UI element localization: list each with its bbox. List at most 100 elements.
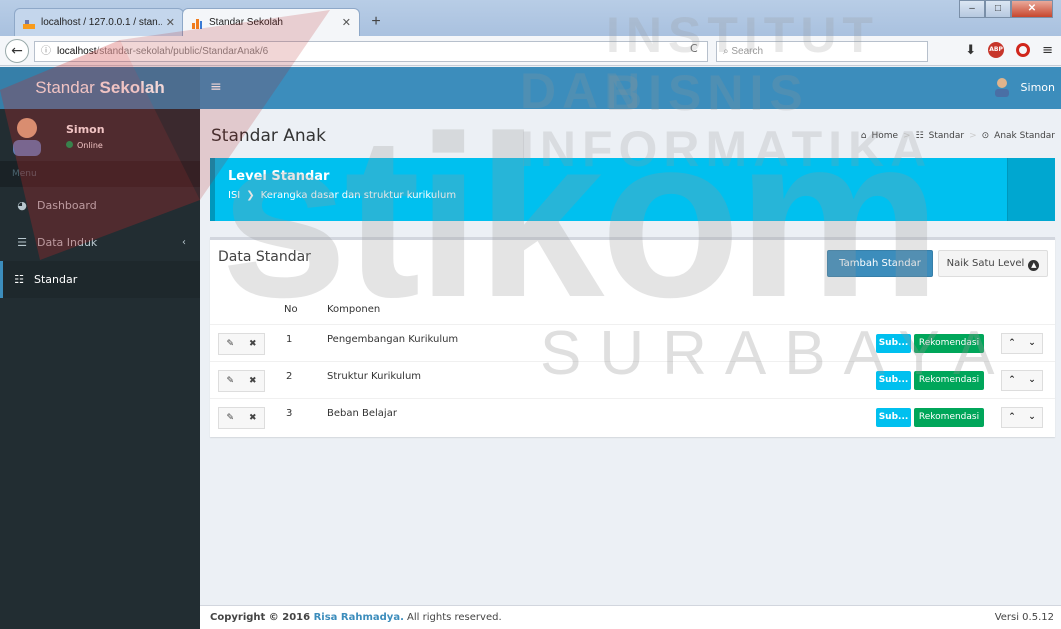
data-standar-box: Data Standar Tambah Standar Naik Satu Le… [210,237,1055,437]
logo-text-light: Standar [35,78,100,97]
close-icon[interactable]: ✕ [342,16,351,29]
chevron-up-icon[interactable]: ⌃ [1002,334,1022,353]
box-title: Data Standar [218,249,311,265]
sidebar: Simon Online Menu ◕ Dashboard ☰ Data Ind… [0,109,200,629]
app-logo[interactable]: Standar Sekolah [0,67,200,109]
sub-button[interactable]: Sub... [876,334,911,353]
url-host: localhost [57,46,97,57]
breadcrumb-separator: > [969,131,977,141]
sub-button[interactable]: Sub... [876,408,911,427]
row-number: 3 [286,408,293,419]
chart-favicon-icon [192,18,202,29]
sidebar-item-dashboard[interactable]: ◕ Dashboard [0,187,200,224]
browser-tab-standar-sekolah[interactable]: Standar Sekolah ✕ [182,8,360,36]
tab-title: Standar Sekolah [209,17,283,28]
chevron-up-icon[interactable]: ⌃ [1002,408,1022,427]
chevron-down-icon[interactable]: ⌄ [1022,334,1042,353]
search-placeholder: Search [731,46,764,57]
edit-icon[interactable]: ✎ [219,371,242,391]
user-panel: Simon Online [0,109,200,161]
copyright: Copyright © 2016 Risa Rahmadya. All righ… [210,612,502,623]
sidebar-item-data-induk[interactable]: ☰ Data Induk ‹ [0,224,200,261]
close-icon[interactable]: ✕ [166,16,175,29]
page-title: Standar Anak [211,126,326,146]
top-navbar: ≡ Simon [200,67,1061,109]
online-dot-icon [66,141,73,148]
callout-path-root[interactable]: ISI [228,190,240,201]
window-close-button[interactable]: ✕ [1011,0,1053,18]
opera-icon[interactable] [1016,43,1031,57]
breadcrumb-current: Anak Standar [994,131,1055,141]
column-header-no: No [284,304,298,315]
callout-path: ISI ❯ Kerangka dasar dan struktur kurikulu… [228,190,1055,201]
reorder-buttons: ⌃ ⌄ [1001,370,1043,391]
user-menu[interactable]: Simon [993,77,1055,97]
chevron-up-icon[interactable]: ⌃ [1002,371,1022,390]
maximize-button[interactable]: □ [985,0,1011,18]
row-number: 2 [286,371,293,382]
circle-dot-icon: ⊙ [981,131,990,141]
edit-icon[interactable]: ✎ [219,334,242,354]
reorder-buttons: ⌃ ⌄ [1001,333,1043,354]
row-number: 1 [286,334,293,345]
chevron-right-icon: ❯ [246,190,255,201]
window-controls: – □ ✕ [959,0,1053,20]
url-bar[interactable]: ⓘ localhost/standar-sekolah/public/Standa… [34,41,708,62]
info-icon[interactable]: ⓘ [41,46,51,57]
minimize-button[interactable]: – [959,0,985,18]
table-row: ✎ ✖ 2 Struktur Kurikulum Sub... Rekomenda… [210,361,1055,397]
avatar [994,78,1009,97]
up-level-label: Naik Satu Level [946,258,1025,269]
chevron-circle-up-icon: ▲ [1028,260,1040,271]
user-status: Online [66,141,103,150]
menu-icon[interactable]: ≡ [1042,43,1053,58]
home-icon: ⌂ [860,131,867,141]
header-user-name: Simon [1020,80,1055,94]
sidebar-toggle-icon[interactable]: ≡ [210,79,222,95]
callout-title: Level Standar [228,169,330,184]
callout-path-current: Kerangka dasar dan struktur kurikulum [260,190,457,201]
rekomendasi-button[interactable]: Rekomendasi [914,371,984,390]
table-row: ✎ ✖ 3 Beban Belajar Sub... Rekomendasi ⌃ ⌄ [210,398,1055,434]
sidebar-item-standar[interactable]: ☷ Standar [0,261,200,298]
up-level-button[interactable]: Naik Satu Level ▲ [938,250,1048,277]
chevron-left-icon: ‹ [182,237,186,248]
author-link[interactable]: Risa Rahmadya. [314,612,404,623]
search-input[interactable]: ⌕ Search [716,41,928,62]
sliders-icon: ☷ [14,273,24,286]
callout-side-block [1007,158,1055,221]
tab-title: localhost / 127.0.0.1 / stan... [41,17,162,28]
reorder-buttons: ⌃ ⌄ [1001,407,1043,428]
rekomendasi-button[interactable]: Rekomendasi [914,408,984,427]
chevron-down-icon[interactable]: ⌄ [1022,408,1042,427]
table-row: ✎ ✖ 1 Pengembangan Kurikulum Sub... Rekom… [210,324,1055,360]
browser-tab-phpmyadmin[interactable]: localhost / 127.0.0.1 / stan... ✕ [14,8,184,36]
copyright-prefix: Copyright © 2016 [210,612,314,623]
menu-header: Menu [0,161,200,187]
rekomendasi-button[interactable]: Rekomendasi [914,334,984,353]
edit-icon[interactable]: ✎ [219,408,242,428]
sidebar-user-name: Simon [66,123,105,136]
row-actions: ✎ ✖ [218,333,265,355]
browser-toolbar-icons: ⬇ ABP ≡ [965,42,1053,58]
row-actions: ✎ ✖ [218,407,265,429]
page-footer: Copyright © 2016 Risa Rahmadya. All righ… [200,605,1061,629]
back-arrow-icon[interactable]: ← [5,39,29,63]
delete-icon[interactable]: ✖ [242,334,265,354]
url-path: /standar-sekolah/public/StandarAnak/6 [96,46,269,57]
breadcrumb-standar[interactable]: Standar [929,131,964,141]
chevron-down-icon[interactable]: ⌄ [1022,371,1042,390]
download-icon[interactable]: ⬇ [965,43,976,58]
sub-button[interactable]: Sub... [876,371,911,390]
delete-icon[interactable]: ✖ [242,408,265,428]
user-status-text: Online [77,141,103,150]
breadcrumb-home[interactable]: Home [871,131,898,141]
new-tab-button[interactable]: + [366,12,386,32]
reload-icon[interactable]: C [690,42,698,55]
version-label: Versi 0.5.12 [994,612,1054,623]
phpmyadmin-icon [23,19,35,29]
add-standar-button[interactable]: Tambah Standar [827,250,933,277]
delete-icon[interactable]: ✖ [242,371,265,391]
adblock-icon[interactable]: ABP [988,42,1005,58]
logo-text-bold: Sekolah [99,78,165,97]
